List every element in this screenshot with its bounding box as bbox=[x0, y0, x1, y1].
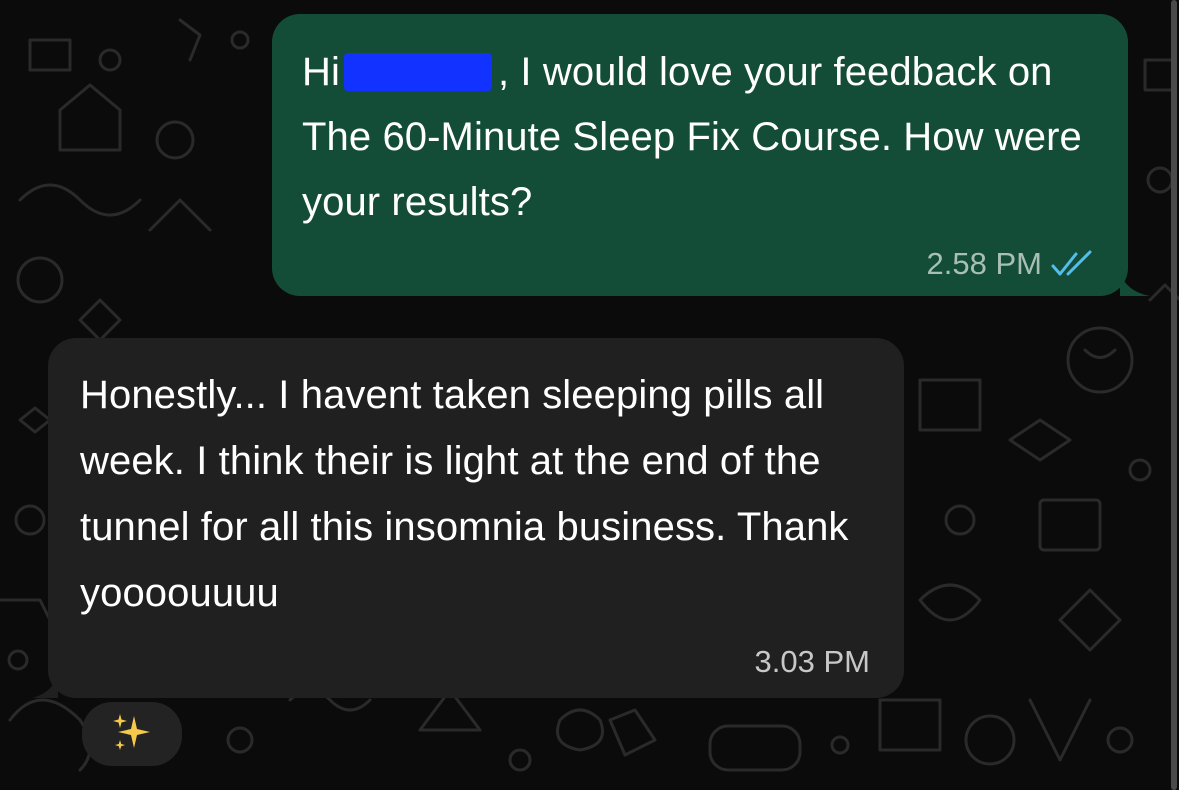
double-check-read-icon bbox=[1051, 250, 1092, 276]
message-reaction[interactable] bbox=[82, 702, 182, 766]
bubble-tail-icon bbox=[32, 676, 58, 698]
sent-message-bubble[interactable]: Hi, I would love your feedback on The 60… bbox=[272, 14, 1150, 296]
redacted-name-block bbox=[343, 53, 492, 91]
sparkles-icon bbox=[113, 714, 150, 750]
sent-message-time: 2.58 PM bbox=[926, 246, 1042, 281]
scrollbar[interactable] bbox=[1171, 0, 1177, 790]
greeting-text: Hi bbox=[302, 50, 340, 94]
bubble-tail-icon bbox=[1120, 274, 1150, 296]
received-message-bubble[interactable]: Honestly... I havent taken sleeping pill… bbox=[32, 338, 904, 698]
received-message-time: 3.03 PM bbox=[754, 644, 870, 679]
received-message-text: Honestly... I havent taken sleeping pill… bbox=[80, 373, 849, 615]
sent-message-text: Hi, I would love your feedback on The 60… bbox=[302, 40, 1098, 235]
sent-message-meta: 2.58 PM bbox=[927, 246, 1094, 282]
